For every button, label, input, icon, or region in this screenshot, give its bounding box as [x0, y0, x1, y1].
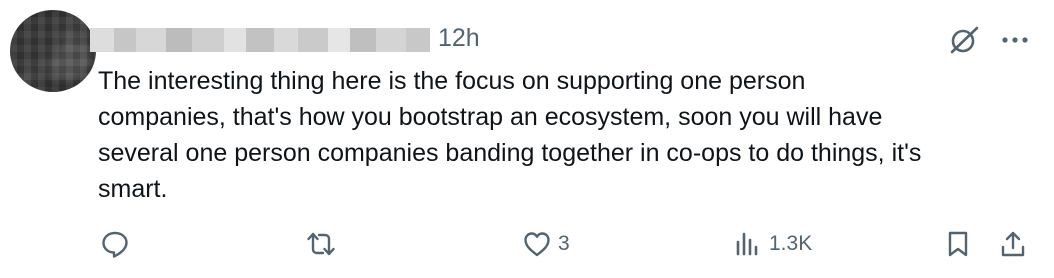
views-icon	[736, 232, 758, 256]
more-icon[interactable]	[1000, 28, 1030, 52]
post-text-line: companies, that's how you bootstrap an e…	[98, 103, 883, 131]
post-text-line: several one person companies banding tog…	[98, 139, 922, 167]
repost-icon	[307, 232, 335, 256]
post-text: The interesting thing here is the focus …	[98, 63, 998, 207]
heart-icon	[524, 232, 550, 257]
share-icon	[1001, 231, 1025, 257]
post-timestamp[interactable]: 12h	[438, 24, 480, 53]
like-count: 3	[558, 232, 570, 255]
author-name-redacted[interactable]	[90, 28, 430, 52]
repost-button[interactable]	[306, 222, 342, 266]
like-button[interactable]: 3	[522, 222, 570, 266]
views-count: 1.3K	[769, 232, 813, 255]
bookmark-icon	[948, 231, 968, 257]
grok-icon[interactable]	[948, 24, 980, 56]
avatar[interactable]	[10, 10, 96, 92]
views-button[interactable]: 1.3K	[733, 222, 812, 266]
tweet-card[interactable]: 12h The interesting thing here is the fo…	[0, 0, 1054, 278]
post-text-line: smart.	[98, 175, 168, 203]
post-text-line: The interesting thing here is the focus …	[98, 67, 806, 95]
action-bar: 3 1.3K	[0, 222, 1054, 266]
reply-icon	[102, 231, 128, 258]
reply-button[interactable]	[100, 222, 136, 266]
share-button[interactable]	[998, 222, 1028, 266]
bookmark-button[interactable]	[943, 222, 973, 266]
